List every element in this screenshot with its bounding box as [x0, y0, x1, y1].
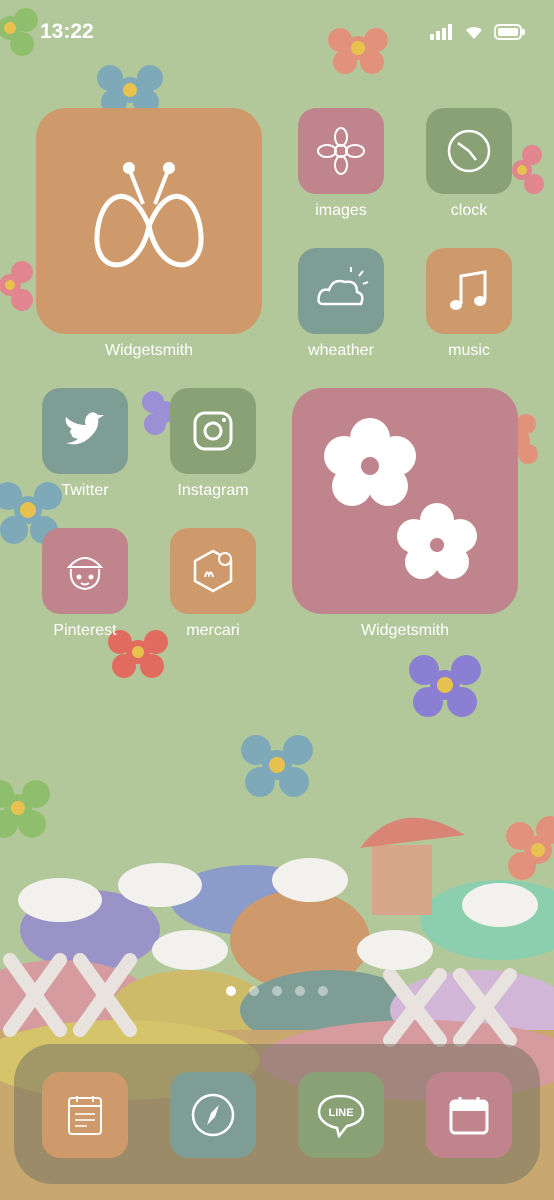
dock-app-line[interactable]: LINE: [298, 1072, 384, 1158]
calendar-icon: [449, 1097, 489, 1135]
app-label: wheather: [308, 342, 374, 359]
app-label: mercari: [186, 622, 240, 639]
battery-icon: [494, 24, 525, 40]
widget-label: Widgetsmith: [360, 622, 450, 639]
line-bubble-icon: LINE: [317, 1094, 365, 1138]
page-dot[interactable]: [318, 986, 328, 996]
status-time: 13:22: [40, 20, 94, 43]
app-label: images: [315, 202, 367, 219]
flower-icon: [317, 127, 365, 175]
butterfly-icon: [94, 162, 204, 268]
signal-icon: [430, 24, 452, 40]
app-tile: [426, 1072, 512, 1158]
page-dot[interactable]: [226, 986, 236, 996]
dock-app-calendar[interactable]: [426, 1072, 512, 1158]
widget-tile: [36, 108, 262, 334]
app-tile: [426, 248, 512, 334]
widgetsmith-flowers-widget[interactable]: Widgetsmith: [292, 388, 518, 640]
app-pinterest[interactable]: Pinterest: [42, 528, 128, 640]
app-tile: [170, 528, 256, 614]
instagram-camera-icon: [193, 411, 233, 451]
widgetsmith-butterfly-widget[interactable]: Widgetsmith: [36, 108, 262, 360]
dock-app-calendar-notes[interactable]: [42, 1072, 128, 1158]
girl-face-icon: [66, 557, 104, 591]
app-twitter[interactable]: Twitter: [42, 388, 128, 500]
app-tile: [42, 388, 128, 474]
app-music[interactable]: music: [426, 248, 512, 360]
app-label: Pinterest: [53, 622, 117, 639]
app-label: clock: [450, 202, 488, 219]
app-label: music: [448, 342, 490, 359]
widget-label: Widgetsmith: [104, 342, 194, 359]
flower-decor: [328, 28, 388, 74]
compass-icon: [191, 1093, 235, 1137]
app-clock[interactable]: clock: [426, 108, 512, 220]
app-images[interactable]: images: [298, 108, 384, 220]
app-tile: [298, 248, 384, 334]
app-tile: [42, 528, 128, 614]
app-tile: [426, 108, 512, 194]
calendar-notes-icon: [68, 1096, 102, 1135]
app-label: Twitter: [61, 482, 109, 499]
page-indicator[interactable]: [0, 986, 554, 996]
dock: LINE: [14, 1044, 540, 1184]
wifi-icon: [466, 26, 482, 39]
app-label: Instagram: [177, 482, 249, 499]
cloud-sun-icon: [317, 267, 369, 306]
dock-app-safari[interactable]: [170, 1072, 256, 1158]
app-tile: [170, 1072, 256, 1158]
line-logo-text: LINE: [328, 1107, 353, 1119]
widget-tile: [292, 388, 518, 614]
twitter-bird-icon: [65, 412, 104, 445]
page-dot[interactable]: [249, 986, 259, 996]
app-tile: [42, 1072, 128, 1158]
page-dot[interactable]: [295, 986, 305, 996]
app-tile: [170, 388, 256, 474]
status-icons: [430, 24, 526, 40]
app-wheather[interactable]: wheather: [298, 248, 384, 360]
daisy-flowers-icon: [324, 418, 477, 579]
mercari-box-icon: [193, 549, 233, 593]
app-tile: [298, 108, 384, 194]
clock-icon: [447, 129, 491, 173]
app-mercari[interactable]: mercari: [170, 528, 256, 640]
app-instagram[interactable]: Instagram: [170, 388, 256, 500]
music-note-icon: [450, 270, 487, 310]
page-dot[interactable]: [272, 986, 282, 996]
app-tile: LINE: [298, 1072, 384, 1158]
